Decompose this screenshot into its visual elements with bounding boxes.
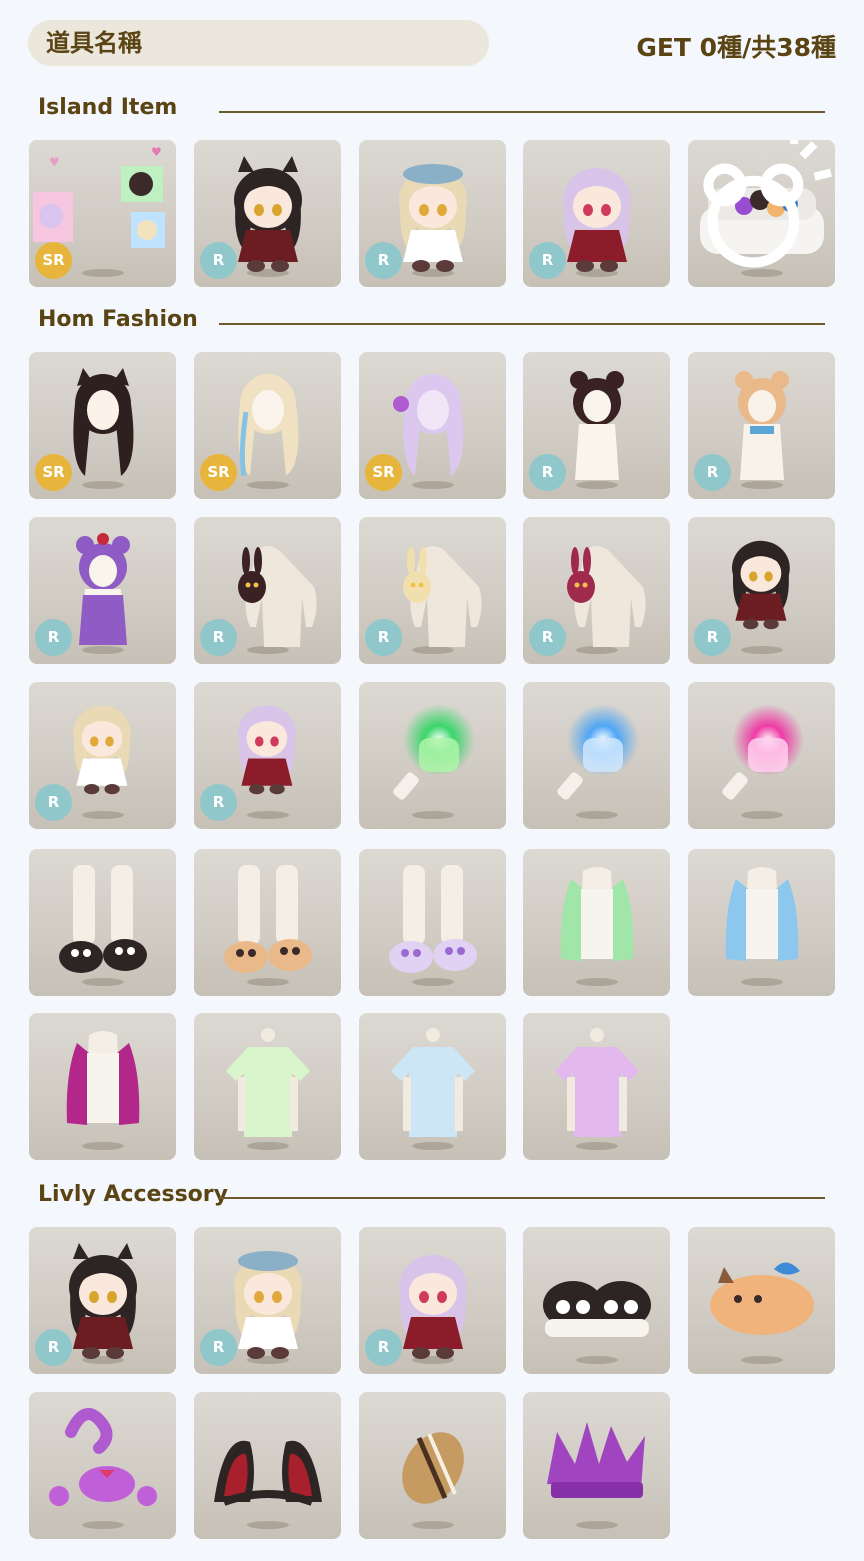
rarity-badge-r: R bbox=[365, 1329, 402, 1366]
rarity-badge-r: R bbox=[694, 619, 731, 656]
rarity-badge-sr: SR bbox=[365, 454, 402, 491]
rarity-badge-r: R bbox=[35, 1329, 72, 1366]
item-tile-maid-chibi-shoulder[interactable]: R bbox=[688, 517, 835, 664]
item-tile-cat-slippers-shiba[interactable] bbox=[194, 849, 341, 996]
item-tile-blonde-girl-doll[interactable]: R bbox=[194, 1227, 341, 1374]
item-tile-green-jacket[interactable] bbox=[523, 849, 670, 996]
item-tile-blonde-wavy-hair[interactable]: SR bbox=[194, 352, 341, 499]
item-tile-white-sofa[interactable] bbox=[688, 140, 835, 287]
collection-count: GET 0種/共38種 bbox=[636, 33, 836, 62]
item-image-twin-cats bbox=[543, 1281, 651, 1337]
rarity-badge-r: R bbox=[529, 454, 566, 491]
item-tile-cat-slippers-black[interactable] bbox=[29, 849, 176, 996]
svg-text:♥: ♥ bbox=[151, 145, 162, 159]
item-image-tee-blue bbox=[391, 1028, 475, 1137]
item-tile-black-cat-ear-hair[interactable]: SR bbox=[29, 352, 176, 499]
rarity-badge-r: R bbox=[365, 242, 402, 279]
item-tile-purple-scorpion[interactable] bbox=[29, 1392, 176, 1539]
search-input[interactable]: 道具名稱 bbox=[28, 20, 489, 66]
section-divider bbox=[219, 1197, 825, 1199]
item-tile-purple-hoodie[interactable]: R bbox=[29, 517, 176, 664]
rarity-badge-sr: SR bbox=[35, 242, 72, 279]
item-image-slippers-shiba bbox=[224, 865, 312, 973]
item-image-tee-purple bbox=[555, 1028, 639, 1137]
item-tile-blue-tshirt[interactable] bbox=[359, 1013, 506, 1160]
section-title-hom-fashion: Hom Fashion bbox=[38, 307, 198, 332]
item-tile-magenta-jacket[interactable] bbox=[29, 1013, 176, 1160]
item-tile-sunflower-seed[interactable] bbox=[359, 1392, 506, 1539]
item-tile-cat-slippers-lavender[interactable] bbox=[359, 849, 506, 996]
item-tile-blonde-chibi-shoulder[interactable]: R bbox=[29, 682, 176, 829]
item-image-jacket-magenta bbox=[66, 1031, 140, 1125]
rarity-badge-r: R bbox=[529, 619, 566, 656]
item-image-jacket-green bbox=[560, 867, 634, 961]
item-tile-shiba-plush[interactable] bbox=[688, 1227, 835, 1374]
item-tile-black-cat-ears[interactable] bbox=[194, 1392, 341, 1539]
item-image-jacket-blue bbox=[725, 867, 799, 961]
item-image-scorpion bbox=[49, 1408, 157, 1506]
item-tile-bunny-plush-shoulder-red[interactable]: R bbox=[523, 517, 670, 664]
item-tile-lavender-girl-doll[interactable]: R bbox=[359, 1227, 506, 1374]
item-tile-bunny-plush-shoulder[interactable]: R bbox=[194, 517, 341, 664]
item-image-wand-blue bbox=[557, 704, 639, 800]
rarity-badge-r: R bbox=[35, 619, 72, 656]
item-image-slippers-black bbox=[59, 865, 147, 973]
item-tile-shiba-hood[interactable]: R bbox=[688, 352, 835, 499]
item-tile-black-bear-hood[interactable]: R bbox=[523, 352, 670, 499]
section-divider bbox=[219, 111, 825, 113]
rarity-badge-r: R bbox=[35, 784, 72, 821]
item-tile-maid-cat-girl-doll[interactable]: R bbox=[29, 1227, 176, 1374]
item-tile-purple-tshirt[interactable] bbox=[523, 1013, 670, 1160]
item-tile-photo-frames[interactable]: ♥ ♥ SR bbox=[29, 140, 176, 287]
item-image-wand-pink bbox=[722, 704, 804, 800]
item-tile-bunny-plush-shoulder-cream[interactable]: R bbox=[359, 517, 506, 664]
rarity-badge-r: R bbox=[529, 242, 566, 279]
rarity-badge-r: R bbox=[365, 619, 402, 656]
section-title-livly-accessory: Livly Accessory bbox=[38, 1182, 228, 1207]
section-divider bbox=[219, 323, 825, 325]
item-tile-blue-glow-stick[interactable] bbox=[523, 682, 670, 829]
item-image-crown bbox=[547, 1422, 645, 1498]
rarity-badge-r: R bbox=[200, 619, 237, 656]
item-tile-blue-jacket[interactable] bbox=[688, 849, 835, 996]
item-image-wand-green bbox=[393, 704, 475, 800]
item-tile-purple-crown[interactable] bbox=[523, 1392, 670, 1539]
item-image-tee-green bbox=[226, 1028, 310, 1137]
rarity-badge-r: R bbox=[200, 784, 237, 821]
item-tile-green-glow-stick[interactable] bbox=[359, 682, 506, 829]
item-tile-lavender-curly-hair[interactable]: SR bbox=[359, 352, 506, 499]
rarity-badge-r: R bbox=[200, 1329, 237, 1366]
rarity-badge-sr: SR bbox=[200, 454, 237, 491]
rarity-badge-r: R bbox=[200, 242, 237, 279]
bear-sparkle-icon bbox=[703, 140, 832, 268]
item-tile-pink-glow-stick[interactable] bbox=[688, 682, 835, 829]
item-tile-chibi-lavender-girl[interactable]: R bbox=[523, 140, 670, 287]
item-tile-chibi-blonde-girl[interactable]: R bbox=[359, 140, 506, 287]
item-image-slippers-lavender bbox=[389, 865, 477, 973]
item-tile-twin-black-cats[interactable] bbox=[523, 1227, 670, 1374]
item-tile-chibi-maid-cat-girl[interactable]: R bbox=[194, 140, 341, 287]
item-image-seed bbox=[402, 1432, 464, 1504]
item-image-shiba-plush bbox=[710, 1262, 814, 1335]
item-tile-lavender-chibi-shoulder[interactable]: R bbox=[194, 682, 341, 829]
svg-text:♥: ♥ bbox=[49, 155, 60, 169]
rarity-badge-r: R bbox=[694, 454, 731, 491]
rarity-badge-sr: SR bbox=[35, 454, 72, 491]
item-tile-green-tshirt[interactable] bbox=[194, 1013, 341, 1160]
item-image-cat-ears bbox=[214, 1440, 322, 1506]
section-title-island-item: Island Item bbox=[38, 95, 178, 120]
